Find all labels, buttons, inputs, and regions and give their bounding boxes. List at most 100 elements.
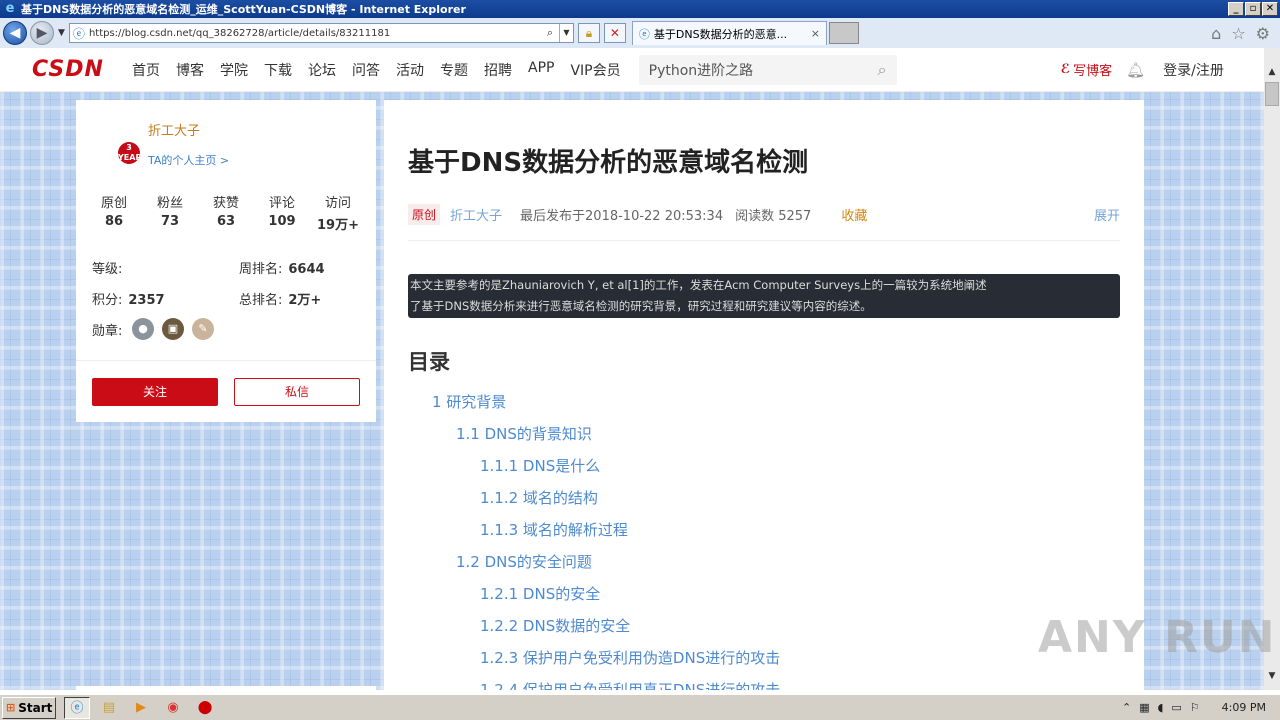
lock-icon[interactable]: 🔒︎ — [577, 23, 600, 43]
browser-tool-icons: ⌂ ☆ ⚙ — [1211, 24, 1270, 43]
search-icon[interactable]: ⌕ — [541, 26, 559, 40]
tray-expand-icon[interactable]: ⌃ — [1122, 701, 1131, 714]
points-label: 积分: — [92, 293, 123, 308]
github-medal-icon[interactable]: ● — [132, 318, 154, 340]
address-dropdown-icon[interactable]: ▼ — [558, 24, 573, 42]
favorites-star-icon[interactable]: ☆ — [1231, 24, 1245, 43]
article-author-link[interactable]: 折工大子 — [450, 205, 502, 224]
new-tab-button[interactable] — [828, 22, 859, 44]
writing-medal-icon[interactable]: ✎ — [192, 318, 214, 340]
toc-item[interactable]: 1.2 DNS的安全问题 — [456, 551, 592, 572]
power-icon[interactable]: ▭ — [1171, 701, 1181, 714]
back-button[interactable]: ◀ — [3, 21, 27, 45]
restore-button[interactable]: ▫ — [1245, 2, 1261, 16]
vertical-scrollbar[interactable]: ▲ ▼ — [1264, 48, 1280, 690]
nav-link-vip[interactable]: VIP会员 — [570, 60, 620, 80]
network-icon[interactable]: ▦ — [1139, 701, 1149, 714]
close-button[interactable]: ✕ — [1262, 2, 1278, 16]
nav-link-blog[interactable]: 博客 — [176, 60, 204, 80]
write-blog-label: 写博客 — [1073, 64, 1113, 79]
toc-item[interactable]: 1.2.2 DNS数据的安全 — [480, 615, 630, 636]
site-search-value[interactable]: Python进阶之路 — [649, 60, 878, 80]
csdn-logo[interactable]: CSDN — [32, 57, 112, 82]
level-label: 等级: — [92, 262, 123, 277]
stat-fans: 粉丝 73 — [142, 192, 198, 233]
forward-button[interactable]: ▶ — [30, 21, 54, 45]
tab-close-icon[interactable]: × — [811, 27, 820, 40]
tab-article[interactable]: ⓔ 基于DNS数据分析的恶意... × — [631, 21, 827, 45]
scroll-thumb[interactable] — [1265, 82, 1279, 106]
toc-item[interactable]: 1.1 DNS的背景知识 — [456, 423, 592, 444]
week-rank-row: 周排名: 6644 — [239, 258, 325, 277]
stop-icon[interactable]: ✕ — [603, 23, 626, 43]
scroll-up-icon[interactable]: ▲ — [1264, 64, 1280, 80]
favorite-button[interactable]: 收藏 — [841, 205, 867, 224]
minimize-button[interactable]: _ — [1228, 2, 1244, 16]
scroll-down-icon[interactable]: ▼ — [1264, 668, 1280, 684]
nav-link-jobs[interactable]: 招聘 — [484, 60, 512, 80]
clock[interactable]: 4:09 PM — [1222, 701, 1266, 714]
avatar[interactable]: 3 YEARS — [118, 142, 147, 164]
site-search-input[interactable]: Python进阶之路 ⌕ — [638, 54, 897, 85]
home-icon[interactable]: ⌂ — [1211, 24, 1221, 43]
author-name[interactable]: 折工大子 — [148, 120, 200, 139]
start-button[interactable]: ⊞ Start — [2, 696, 56, 719]
follow-button[interactable]: 关注 — [92, 378, 218, 406]
write-blog-button[interactable]: ℰ 写博客 — [1061, 60, 1113, 79]
nav-link-academy[interactable]: 学院 — [220, 60, 248, 80]
stat-label: 原创 — [100, 196, 127, 211]
toc-item[interactable]: 1.2.3 保护用户免受利用伪造DNS进行的攻击 — [480, 647, 780, 668]
taskbar-media-player-icon[interactable]: ▶ — [128, 697, 154, 719]
url-text[interactable]: https://blog.csdn.net/qq_38262728/articl… — [89, 28, 541, 39]
taskbar-chrome-icon[interactable]: ◉ — [160, 697, 186, 719]
nav-link-qa[interactable]: 问答 — [352, 60, 380, 80]
taskbar-ie-icon[interactable]: ⓔ — [64, 696, 90, 719]
nav-link-events[interactable]: 活动 — [396, 60, 424, 80]
medal-list: ● ▣ ✎ — [132, 318, 214, 340]
article-panel: 基于DNS数据分析的恶意域名检测 原创 折工大子 最后发布于2018-10-22… — [384, 100, 1144, 690]
toc-item[interactable]: 1.1.3 域名的解析过程 — [480, 519, 628, 540]
total-rank-row: 总排名: 2万+ — [239, 289, 321, 308]
week-rank-value: 6644 — [288, 262, 325, 277]
nav-link-download[interactable]: 下载 — [264, 60, 292, 80]
original-tag: 原创 — [408, 204, 441, 225]
window-title-bar: e 基于DNS数据分析的恶意域名检测_运维_ScottYuan-CSDN博客 -… — [0, 0, 1280, 18]
taskbar-folder-icon[interactable]: ▤ — [96, 697, 122, 719]
start-label: Start — [18, 700, 53, 715]
toc-item[interactable]: 1 研究背景 — [432, 391, 506, 412]
nav-link-topics[interactable]: 专题 — [440, 60, 468, 80]
week-rank-label: 周排名: — [239, 262, 283, 277]
bell-icon[interactable]: 🔔︎ — [1126, 61, 1145, 79]
nav-links: 首页 博客 学院 下载 论坛 问答 活动 专题 招聘 APP VIP会员 — [132, 60, 637, 80]
nav-link-app[interactable]: APP — [528, 60, 554, 80]
search-icon[interactable]: ⌕ — [878, 60, 887, 80]
toc-item[interactable]: 1.1.2 域名的结构 — [480, 487, 598, 508]
nav-link-forum[interactable]: 论坛 — [308, 60, 336, 80]
settings-gear-icon[interactable]: ⚙ — [1256, 24, 1270, 43]
abstract-line: 本文主要参考的是Zhauniarovich Y, et al[1]的工作，发表在… — [410, 278, 987, 292]
toc-item[interactable]: 1.1.1 DNS是什么 — [480, 455, 600, 476]
stat-label: 评论 — [268, 196, 295, 211]
persistence-medal-icon[interactable]: ▣ — [162, 318, 184, 340]
browser-toolbar: ◀ ▶ ▼ ⓔ https://blog.csdn.net/qq_3826272… — [0, 18, 1280, 48]
total-rank-label: 总排名: — [239, 293, 283, 308]
volume-icon[interactable]: ◖ — [1158, 701, 1164, 714]
login-register-link[interactable]: 登录/注册 — [1163, 60, 1224, 80]
toc-item[interactable]: 1.2.4 保护用户免受利用真正DNS进行的攻击 — [480, 679, 780, 690]
action-center-flag-icon[interactable]: ⚐ — [1190, 701, 1200, 714]
stat-original: 原创 86 — [86, 192, 142, 233]
author-home-link[interactable]: TA的个人主页 > — [148, 152, 229, 168]
address-bar[interactable]: ⓔ https://blog.csdn.net/qq_38262728/arti… — [68, 23, 574, 43]
meta-divider — [408, 240, 1120, 241]
article-title: 基于DNS数据分析的恶意域名检测 — [408, 148, 809, 178]
tab-favicon-icon: ⓔ — [638, 27, 650, 41]
article-meta: 原创 折工大子 最后发布于2018-10-22 20:53:34 阅读数 525… — [408, 204, 1120, 225]
private-message-button[interactable]: 私信 — [234, 378, 360, 406]
stat-value: 109 — [268, 214, 296, 229]
toc-item[interactable]: 1.2.1 DNS的安全 — [480, 583, 600, 604]
nav-link-home[interactable]: 首页 — [132, 60, 160, 80]
taskbar-stop-icon[interactable]: ⬤ — [192, 697, 218, 719]
avatar-badge-text: 3 YEARS — [118, 143, 148, 162]
history-dropdown-icon[interactable]: ▼ — [58, 28, 65, 38]
expand-button[interactable]: 展开 — [1094, 205, 1120, 224]
